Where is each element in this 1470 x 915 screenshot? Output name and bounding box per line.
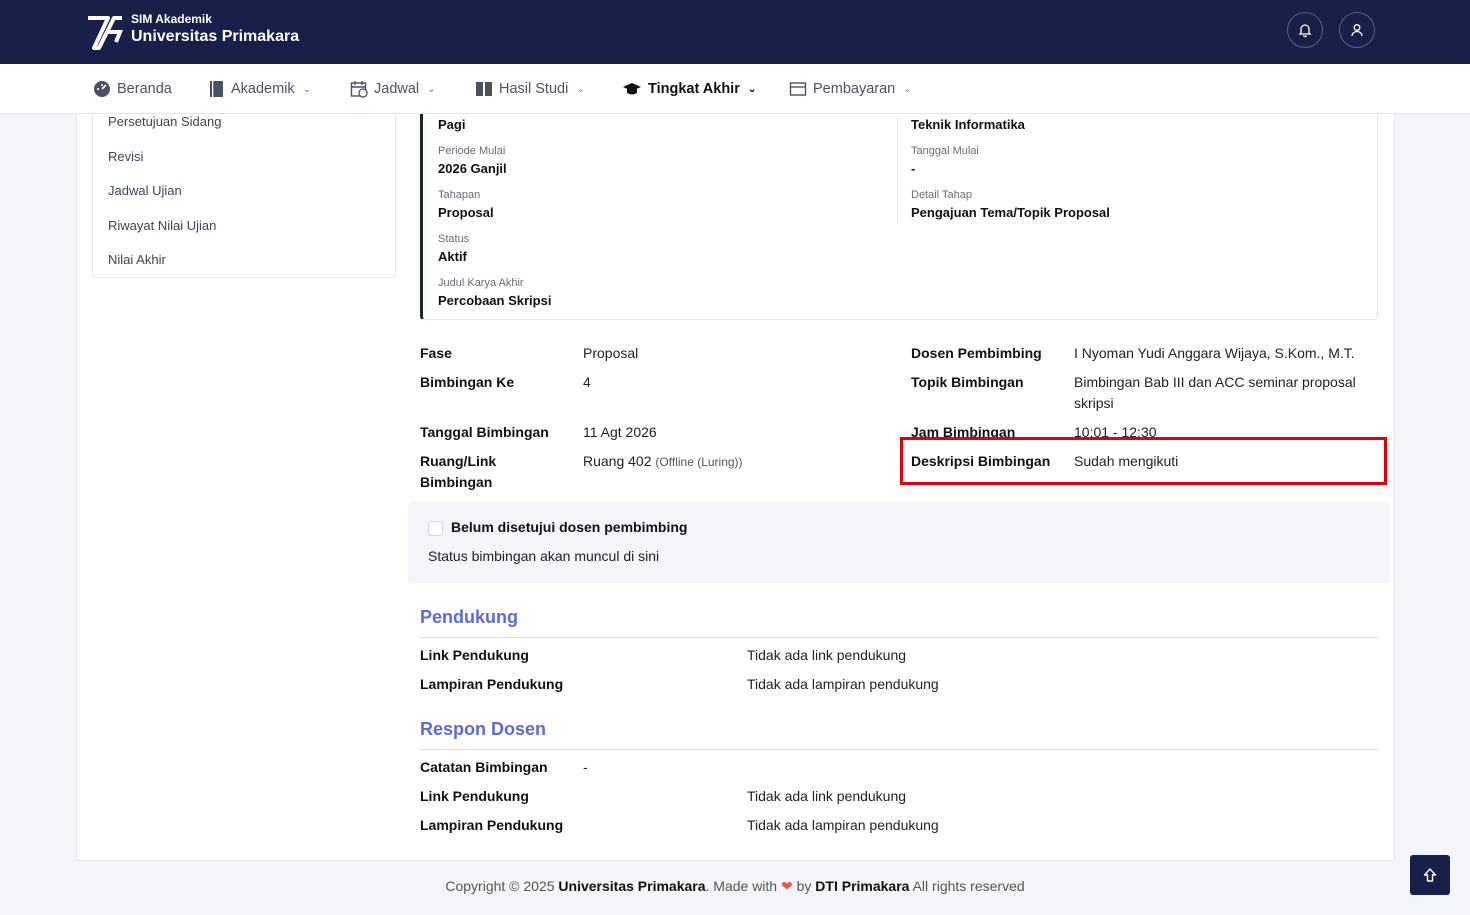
arrow-up-icon bbox=[1423, 868, 1437, 882]
topik-value: Bimbingan Bab III dan ACC seminar propos… bbox=[1074, 374, 1356, 411]
chevron-down-icon: ⌄ bbox=[302, 83, 312, 95]
fase-label: Fase bbox=[420, 345, 452, 361]
bimbingan-ke-label: Bimbingan Ke bbox=[420, 374, 515, 390]
footer-copyright: Copyright © 2025 bbox=[445, 878, 555, 894]
tanggal-mulai-value: - bbox=[911, 161, 916, 176]
nav-beranda-label: Beranda bbox=[117, 81, 172, 97]
heart-icon: ❤ bbox=[780, 878, 793, 894]
tahapan-label: Tahapan bbox=[438, 189, 481, 201]
respon-lampiran-label: Lampiran Pendukung bbox=[420, 817, 564, 833]
nav-tingkat-akhir-label: Tingkat Akhir bbox=[648, 81, 740, 97]
ruang-value: Ruang 402 bbox=[583, 453, 652, 469]
nav-akademik[interactable]: Akademik ⌄ bbox=[209, 64, 311, 114]
detail-tahap-value: Pengajuan Tema/Topik Proposal bbox=[911, 205, 1110, 220]
scroll-to-top-button[interactable] bbox=[1410, 855, 1450, 895]
footer-team[interactable]: DTI Primakara bbox=[815, 878, 909, 894]
brand-title: Universitas Primakara bbox=[131, 28, 300, 45]
top-header: SIM Akademik Universitas Primakara bbox=[0, 0, 1470, 64]
periode-label: Periode Mulai bbox=[438, 145, 506, 157]
nav-pembayaran[interactable]: Pembayaran ⌄ bbox=[789, 64, 912, 114]
periode-value: 2026 Ganjil bbox=[438, 161, 507, 176]
chevron-down-icon: ⌄ bbox=[903, 83, 912, 95]
pendukung-lampiran-value: Tidak ada lampiran pendukung bbox=[747, 676, 939, 692]
sidebar-item-riwayat-nilai-ujian[interactable]: Riwayat Nilai Ujian bbox=[108, 218, 216, 233]
footer-by: by bbox=[796, 878, 812, 894]
tanggal-bimbingan-value: 11 Agt 2026 bbox=[583, 424, 657, 440]
fase-value: Proposal bbox=[583, 345, 639, 361]
section-title-pendukung: Pendukung bbox=[420, 607, 518, 627]
main-navigation: Beranda Akademik ⌄ Jadwal ⌄ Hasil Studi … bbox=[0, 64, 1470, 114]
approval-status-note: Status bimbingan akan muncul di sini bbox=[428, 548, 660, 564]
user-icon bbox=[1351, 24, 1363, 37]
footer-org[interactable]: Universitas Primakara bbox=[558, 878, 705, 894]
sidebar-menu: Persetujuan Sidang Revisi Jadwal Ujian R… bbox=[92, 114, 396, 278]
footer-rights: All rights reserved bbox=[912, 878, 1025, 894]
nav-jadwal-label: Jadwal bbox=[374, 81, 420, 97]
column-divider bbox=[897, 116, 898, 224]
prodi-value: Teknik Informatika bbox=[911, 117, 1025, 132]
judul-label: Judul Karya Akhir bbox=[438, 277, 524, 289]
bell-icon bbox=[1298, 24, 1312, 38]
brand-subtitle: SIM Akademik bbox=[131, 12, 212, 26]
kelas-value: Pagi bbox=[438, 117, 466, 132]
sidebar-item-revisi[interactable]: Revisi bbox=[108, 149, 143, 164]
dosen-value: I Nyoman Yudi Anggara Wijaya, S.Kom., M.… bbox=[1074, 345, 1355, 361]
pendukung-link-value: Tidak ada link pendukung bbox=[747, 647, 907, 663]
nav-beranda[interactable]: Beranda bbox=[93, 64, 172, 114]
book-icon bbox=[210, 81, 223, 97]
sidebar-item-persetujuan-sidang[interactable]: Persetujuan Sidang bbox=[108, 114, 221, 129]
chevron-down-icon: ⌄ bbox=[576, 83, 585, 95]
divider bbox=[420, 749, 1378, 750]
divider bbox=[420, 637, 1378, 638]
judul-value: Percobaan Skripsi bbox=[438, 293, 552, 308]
dosen-label: Dosen Pembimbing bbox=[911, 345, 1042, 361]
section-title-respon-dosen: Respon Dosen bbox=[420, 719, 547, 739]
sidebar-item-jadwal-ujian[interactable]: Jadwal Ujian bbox=[108, 183, 182, 198]
nav-pembayaran-label: Pembayaran bbox=[813, 81, 896, 97]
ruang-value-wrap: Ruang 402 (Offline (Luring)) bbox=[583, 451, 743, 473]
nav-jadwal[interactable]: Jadwal ⌄ bbox=[350, 64, 436, 114]
bimbingan-ke-value: 4 bbox=[583, 374, 591, 390]
footer-made-with: . Made with bbox=[705, 878, 778, 894]
pendukung-link-label: Link Pendukung bbox=[420, 647, 529, 663]
tanggal-mulai-label: Tanggal Mulai bbox=[911, 145, 979, 157]
ruang-label: Ruang/Link Bimbingan bbox=[420, 453, 497, 490]
book-open-icon bbox=[476, 82, 492, 96]
notification-button[interactable] bbox=[1287, 12, 1323, 48]
nav-tingkat-akhir[interactable]: Tingkat Akhir ⌄ bbox=[622, 64, 756, 114]
chevron-down-icon: ⌄ bbox=[747, 83, 757, 95]
respon-lampiran-value: Tidak ada lampiran pendukung bbox=[747, 817, 939, 833]
graduation-cap-icon bbox=[623, 83, 641, 95]
wallet-icon bbox=[789, 82, 807, 96]
sidebar-item-nilai-akhir[interactable]: Nilai Akhir bbox=[108, 252, 166, 267]
nav-hasil-studi[interactable]: Hasil Studi ⌄ bbox=[475, 64, 585, 114]
thesis-info-panel bbox=[420, 114, 1378, 320]
approval-checkbox[interactable] bbox=[428, 521, 443, 536]
status-label: Status bbox=[438, 233, 470, 245]
catatan-label: Catatan Bimbingan bbox=[420, 759, 548, 775]
respon-link-value: Tidak ada link pendukung bbox=[747, 788, 907, 804]
dashboard-icon bbox=[94, 81, 110, 97]
tahapan-value: Proposal bbox=[438, 205, 494, 220]
highlight-box bbox=[900, 437, 1387, 485]
nav-akademik-label: Akademik bbox=[231, 81, 295, 97]
approval-status-box bbox=[408, 502, 1390, 583]
ruang-mode: (Offline (Luring)) bbox=[655, 455, 743, 469]
chevron-down-icon: ⌄ bbox=[427, 83, 436, 95]
approval-status-label: Belum disetujui dosen pembimbing bbox=[451, 519, 688, 535]
nav-hasil-studi-label: Hasil Studi bbox=[499, 81, 569, 97]
profile-button[interactable] bbox=[1339, 12, 1375, 48]
detail-tahap-label: Detail Tahap bbox=[911, 189, 972, 201]
calendar-icon bbox=[350, 81, 368, 98]
university-logo-icon[interactable] bbox=[86, 12, 124, 50]
status-value: Aktif bbox=[438, 249, 467, 264]
tanggal-bimbingan-label: Tanggal Bimbingan bbox=[420, 424, 549, 440]
topik-label: Topik Bimbingan bbox=[911, 374, 1024, 390]
footer: Copyright © 2025 Universitas Primakara. … bbox=[0, 878, 1470, 895]
respon-link-label: Link Pendukung bbox=[420, 788, 529, 804]
pendukung-lampiran-label: Lampiran Pendukung bbox=[420, 676, 564, 692]
catatan-value: - bbox=[583, 759, 588, 775]
